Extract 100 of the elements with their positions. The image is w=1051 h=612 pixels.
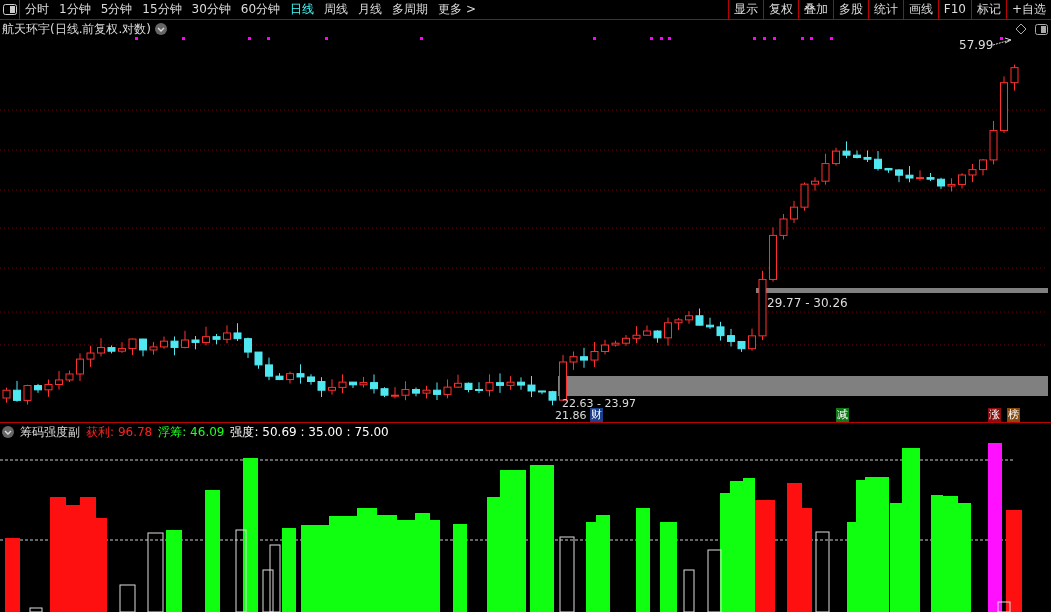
candlestick bbox=[128, 338, 137, 356]
candlestick bbox=[244, 337, 252, 359]
price-label: 21.86 bbox=[555, 409, 587, 422]
range-label: 22.63 - 23.97 bbox=[562, 397, 636, 410]
dropdown-icon[interactable] bbox=[2, 426, 14, 438]
indicator-value: 获利: 96.78 bbox=[86, 423, 153, 441]
candlestick bbox=[317, 376, 326, 398]
indicator-value: 强度: 50.69 : 35.00 : 75.00 bbox=[230, 423, 389, 441]
candlestick bbox=[233, 322, 242, 342]
candlestick bbox=[832, 147, 840, 167]
candlestick bbox=[706, 317, 714, 330]
candlestick bbox=[464, 381, 473, 393]
arrow-pointer bbox=[992, 37, 1012, 46]
candlestick bbox=[370, 373, 378, 395]
event-badge[interactable]: 财 bbox=[590, 408, 603, 422]
toolbar-button[interactable]: F10 bbox=[937, 0, 971, 19]
toolbar-button[interactable]: 统计 bbox=[867, 0, 903, 19]
signal-marker bbox=[1000, 37, 1003, 40]
candlestick bbox=[937, 177, 945, 190]
dropdown-icon[interactable] bbox=[155, 23, 167, 35]
period-tab[interactable]: 5分钟 bbox=[95, 0, 138, 19]
period-tab[interactable]: 60分钟 bbox=[235, 0, 286, 19]
event-badge[interactable]: 榜 bbox=[1007, 408, 1020, 422]
candlestick bbox=[118, 341, 126, 354]
period-tab[interactable]: 30分钟 bbox=[186, 0, 236, 19]
period-tab[interactable]: 周线 bbox=[319, 0, 354, 19]
candlestick bbox=[160, 336, 168, 350]
toolbar-button[interactable]: 画线 bbox=[902, 0, 938, 19]
candlestick bbox=[191, 335, 200, 350]
candlestick bbox=[338, 373, 347, 394]
candlestick bbox=[811, 176, 819, 192]
candlestick bbox=[863, 149, 872, 163]
toolbar-button[interactable]: 叠加 bbox=[797, 0, 833, 19]
candlestick bbox=[485, 373, 494, 397]
candlestick bbox=[958, 172, 966, 190]
candlestick bbox=[611, 340, 620, 347]
period-tab[interactable]: 月线 bbox=[353, 0, 388, 19]
candlestick bbox=[223, 324, 231, 344]
candlestick bbox=[76, 352, 84, 382]
candlestick bbox=[55, 370, 63, 391]
candlestick bbox=[884, 167, 893, 174]
candlestick bbox=[527, 375, 536, 398]
candlestick bbox=[412, 387, 420, 397]
candlestick bbox=[916, 169, 924, 182]
indicator-name: 筹码强度副 bbox=[20, 423, 80, 441]
candlestick bbox=[695, 308, 704, 326]
price-label: 57.99 bbox=[959, 38, 994, 52]
indicator-bar bbox=[683, 569, 695, 612]
candlestick bbox=[454, 374, 462, 389]
candlestick bbox=[139, 338, 147, 357]
event-badge[interactable]: 减 bbox=[836, 408, 849, 422]
toolbar-button[interactable]: 标记 bbox=[970, 0, 1006, 19]
diamond-icon[interactable] bbox=[1015, 23, 1027, 35]
candlestick bbox=[874, 150, 882, 172]
candlestick bbox=[769, 226, 777, 283]
candlestick bbox=[653, 329, 662, 344]
toolbar-button[interactable]: 复权 bbox=[762, 0, 798, 19]
candlestick bbox=[1000, 75, 1008, 134]
candlestick bbox=[716, 321, 725, 342]
indicator-value: 浮筹: 46.09 bbox=[158, 423, 225, 441]
range-label: 29.77 - 30.26 bbox=[767, 296, 848, 310]
candlestick bbox=[643, 325, 651, 336]
signal-marker bbox=[420, 37, 423, 40]
candlestick bbox=[254, 351, 263, 370]
candlestick bbox=[506, 375, 515, 391]
candlestick bbox=[821, 153, 830, 186]
period-tab[interactable]: 日线 bbox=[285, 0, 320, 19]
signal-marker bbox=[763, 37, 766, 40]
toolbar-button[interactable]: 显示 bbox=[727, 0, 763, 19]
candlestick bbox=[44, 379, 53, 398]
toolbar-button[interactable]: +自选 bbox=[1005, 0, 1051, 19]
toolbar-button[interactable]: 多股 bbox=[832, 0, 868, 19]
candlestick bbox=[107, 344, 116, 354]
period-tab[interactable]: 更多 > bbox=[433, 0, 481, 19]
candlestick bbox=[559, 354, 567, 401]
event-badge[interactable]: 涨 bbox=[988, 408, 1001, 422]
candlestick bbox=[380, 386, 389, 398]
candlestick bbox=[800, 181, 809, 212]
candlestick bbox=[517, 376, 525, 391]
candlestick bbox=[790, 200, 798, 224]
panel-toggle-icon[interactable] bbox=[2, 4, 17, 15]
indicator-bar bbox=[29, 607, 43, 612]
period-tab[interactable]: 多周期 bbox=[387, 0, 434, 19]
panel-toggle-icon[interactable] bbox=[1035, 24, 1048, 35]
period-tab[interactable]: 15分钟 bbox=[137, 0, 187, 19]
candlestick bbox=[202, 326, 210, 346]
candlestick bbox=[601, 339, 609, 355]
candlestick bbox=[265, 357, 273, 381]
candlestick bbox=[359, 376, 368, 389]
candlestick bbox=[422, 385, 431, 399]
candlestick bbox=[97, 337, 105, 357]
period-tab[interactable]: 1分钟 bbox=[54, 0, 96, 19]
candlestick bbox=[149, 341, 158, 356]
candlestick bbox=[212, 333, 221, 345]
candlestick bbox=[842, 140, 851, 159]
signal-marker bbox=[650, 37, 653, 40]
candlestick bbox=[895, 168, 903, 183]
period-tab[interactable]: 分时 bbox=[20, 0, 54, 19]
signal-marker bbox=[773, 37, 776, 40]
candlestick bbox=[13, 380, 21, 403]
